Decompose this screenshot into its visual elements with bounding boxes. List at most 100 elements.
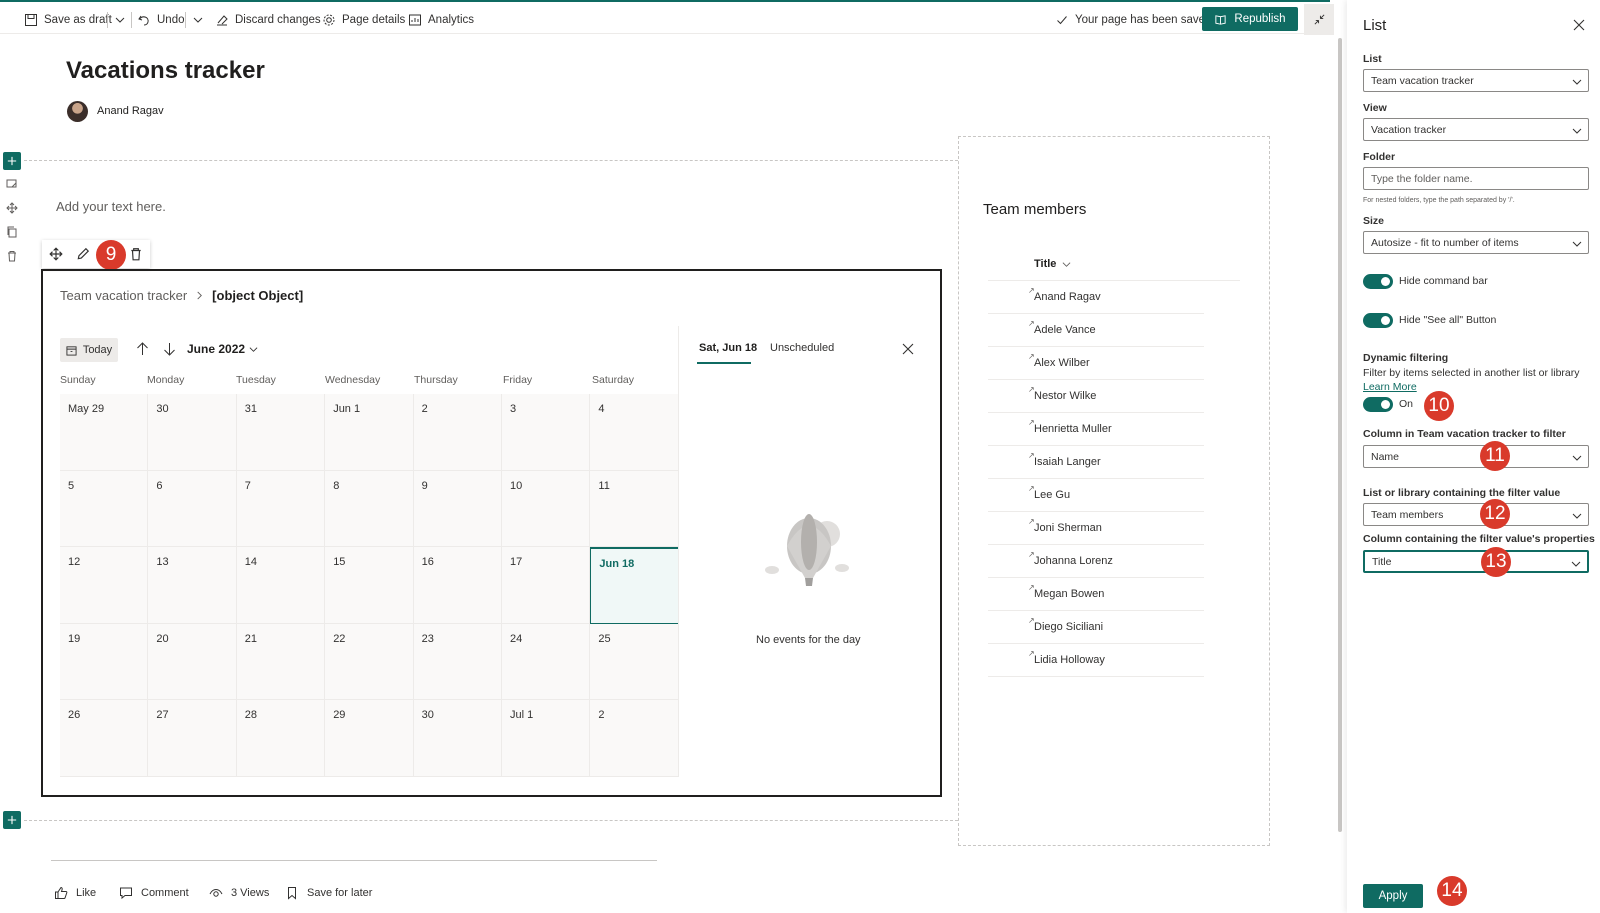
day-number: 21: [244, 632, 258, 645]
view-dropdown[interactable]: Vacation tracker: [1363, 118, 1589, 141]
list-row[interactable]: ↗ Johanna Lorenz: [988, 545, 1204, 578]
tab-unscheduled[interactable]: Unscheduled: [770, 342, 834, 354]
list-row[interactable]: ↗ Nestor Wilke: [988, 380, 1204, 413]
calendar-day[interactable]: 31: [236, 394, 326, 471]
republish-button[interactable]: Republish: [1202, 7, 1298, 31]
page-details-button[interactable]: Page details: [322, 10, 405, 30]
calendar-day[interactable]: 9: [413, 470, 502, 548]
today-button[interactable]: Today: [60, 338, 118, 362]
calendar-day[interactable]: 29: [325, 700, 414, 777]
list-row[interactable]: ↗ Adele Vance: [988, 314, 1204, 347]
column-header-title[interactable]: Title: [1034, 258, 1071, 270]
month-picker[interactable]: June 2022: [187, 342, 258, 356]
list-dropdown[interactable]: Team vacation tracker: [1363, 69, 1589, 92]
list-row[interactable]: ↗ Isaiah Langer: [988, 446, 1204, 479]
calendar-day[interactable]: 3: [502, 394, 591, 471]
pencil-icon[interactable]: [76, 247, 90, 261]
calendar-day[interactable]: 4: [590, 394, 679, 471]
list-row[interactable]: ↗ Joni Sherman: [988, 512, 1204, 545]
like-button[interactable]: Like: [54, 886, 96, 900]
calendar-day[interactable]: 2: [590, 700, 679, 777]
arrow-down-icon[interactable]: [163, 342, 176, 356]
calendar-day[interactable]: 24: [502, 623, 591, 701]
calendar-day[interactable]: 30: [413, 700, 502, 777]
list-row[interactable]: ↗ Anand Ragav: [988, 281, 1204, 314]
balloon-illustration-icon: [765, 514, 849, 586]
close-icon[interactable]: [1573, 19, 1585, 31]
calendar-day[interactable]: May 29: [60, 394, 149, 471]
collapse-button[interactable]: [1304, 4, 1334, 35]
move-section-button[interactable]: [3, 199, 21, 217]
scrollbar[interactable]: [1338, 38, 1342, 832]
undo-options-chevron[interactable]: [191, 10, 205, 30]
tab-selected-day[interactable]: Sat, Jun 18: [699, 342, 757, 354]
breadcrumb-list[interactable]: Team vacation tracker: [60, 288, 187, 303]
calendar-day[interactable]: 17: [502, 547, 591, 624]
calendar-day[interactable]: 16: [413, 547, 502, 624]
calendar-day[interactable]: 23: [413, 623, 502, 701]
filter-list-dropdown[interactable]: Team members: [1363, 503, 1589, 526]
calendar-day-selected[interactable]: Jun 18: [590, 547, 679, 624]
list-row[interactable]: ↗ Henrietta Muller: [988, 413, 1204, 446]
list-row[interactable]: ↗ Lidia Holloway: [988, 644, 1204, 677]
column-filter-dropdown[interactable]: Name: [1363, 445, 1589, 468]
day-number: 5: [68, 479, 75, 492]
delete-section-button[interactable]: [3, 247, 21, 265]
property-column-dropdown[interactable]: Title: [1363, 550, 1589, 573]
calendar-day[interactable]: 19: [60, 623, 149, 701]
apply-button[interactable]: Apply: [1363, 884, 1423, 908]
comment-button[interactable]: Comment: [119, 886, 189, 900]
calendar-day[interactable]: 27: [148, 700, 237, 777]
close-icon[interactable]: [902, 343, 914, 355]
calendar-day[interactable]: 30: [148, 394, 237, 471]
size-dropdown[interactable]: Autosize - fit to number of items: [1363, 231, 1589, 254]
calendar-day[interactable]: 2: [413, 394, 502, 471]
dynamic-filtering-toggle[interactable]: [1363, 397, 1393, 412]
calendar-day[interactable]: 12: [60, 547, 149, 624]
calendar-day[interactable]: 8: [325, 470, 414, 548]
author-name[interactable]: Anand Ragav: [97, 105, 164, 117]
duplicate-section-button[interactable]: [3, 223, 21, 241]
list-label: List: [1363, 53, 1382, 65]
text-placeholder[interactable]: Add your text here.: [56, 199, 166, 214]
edit-section-button[interactable]: [3, 175, 21, 193]
page-title[interactable]: Vacations tracker: [66, 57, 265, 85]
calendar-day[interactable]: 28: [236, 700, 326, 777]
calendar-day[interactable]: 20: [148, 623, 237, 701]
save-for-later-button[interactable]: Save for later: [285, 886, 372, 900]
discard-changes-button[interactable]: Discard changes: [215, 10, 321, 30]
calendar-day[interactable]: Jun 1: [325, 394, 414, 471]
calendar-day[interactable]: 21: [236, 623, 326, 701]
hide-see-all-toggle[interactable]: [1363, 313, 1393, 328]
trash-icon[interactable]: [129, 247, 143, 261]
analytics-button[interactable]: Analytics: [408, 10, 474, 30]
calendar-day[interactable]: 13: [148, 547, 237, 624]
add-section-button[interactable]: [3, 152, 21, 170]
save-options-chevron[interactable]: [113, 10, 127, 30]
list-row[interactable]: ↗ Megan Bowen: [988, 578, 1204, 611]
calendar-day[interactable]: 14: [236, 547, 326, 624]
calendar-day[interactable]: Jul 1: [502, 700, 591, 777]
calendar-day[interactable]: 11: [590, 470, 679, 548]
member-name: Johanna Lorenz: [1034, 555, 1113, 567]
folder-input[interactable]: [1363, 167, 1589, 190]
section-border: [24, 160, 958, 161]
calendar-day[interactable]: 7: [236, 470, 326, 548]
calendar-day[interactable]: 5: [60, 470, 149, 548]
add-section-button-bottom[interactable]: [3, 811, 21, 829]
calendar-day[interactable]: 22: [325, 623, 414, 701]
calendar-day[interactable]: 10: [502, 470, 591, 548]
undo-button[interactable]: Undo: [137, 10, 185, 30]
calendar-day[interactable]: 6: [148, 470, 237, 548]
arrow-up-icon[interactable]: [136, 342, 149, 356]
list-row[interactable]: ↗ Lee Gu: [988, 479, 1204, 512]
hide-command-bar-toggle[interactable]: [1363, 274, 1393, 289]
calendar-day[interactable]: 25: [590, 623, 679, 701]
save-draft-button[interactable]: Save as draft: [24, 10, 112, 30]
list-row[interactable]: ↗ Alex Wilber: [988, 347, 1204, 380]
calendar-day[interactable]: 15: [325, 547, 414, 624]
learn-more-link[interactable]: Learn More: [1363, 381, 1417, 393]
move-icon[interactable]: [49, 247, 63, 261]
list-row[interactable]: ↗ Diego Siciliani: [988, 611, 1204, 644]
calendar-day[interactable]: 26: [60, 700, 149, 777]
